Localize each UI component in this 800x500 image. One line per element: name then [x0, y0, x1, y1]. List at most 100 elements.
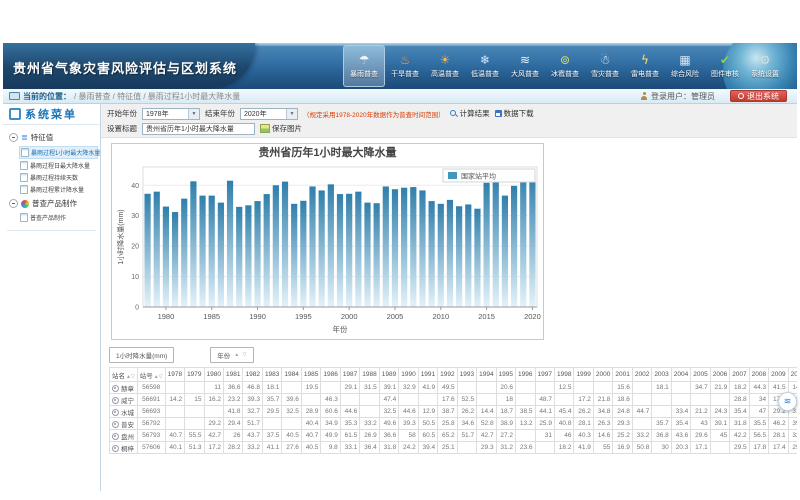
- value-cell-2004: [671, 382, 690, 394]
- sidebar-item[interactable]: 普查产品制作: [19, 212, 98, 223]
- sidebar-item[interactable]: 暴雨过程日最大降水量: [19, 160, 98, 171]
- sidebar-group-2[interactable]: 普查产品制作: [4, 196, 99, 211]
- top-menu-item-2[interactable]: ♨干旱普查: [385, 45, 425, 87]
- sort-arrows-icon: ▲ ▽: [234, 352, 247, 358]
- bar-1999: [336, 194, 342, 307]
- value-cell-2002: 44.7: [632, 406, 651, 418]
- value-cell-1988: 33.2: [360, 418, 379, 430]
- value-cell-2001: 16.9: [613, 442, 632, 454]
- value-cell-1991: 50.5: [418, 418, 437, 430]
- logout-button[interactable]: 退出系统: [730, 90, 787, 102]
- sidebar-item-label: 暴雨过程持续天数: [30, 173, 78, 182]
- value-cell-2008: 56.5: [749, 430, 768, 442]
- value-cell-1997: [535, 442, 554, 454]
- start-year-select[interactable]: 1978年: [142, 108, 200, 120]
- col-year-1992: 1992: [438, 368, 457, 382]
- wind-icon: ≋: [520, 53, 530, 68]
- chart-title-input[interactable]: [142, 123, 255, 135]
- col-station-name[interactable]: 站名▲▽: [110, 368, 138, 382]
- svg-text:1995: 1995: [295, 312, 312, 321]
- collapse-icon[interactable]: [9, 199, 18, 208]
- value-cell-1999: 40.3: [574, 430, 593, 442]
- value-cell-1981: 28.2: [224, 442, 243, 454]
- station-radio[interactable]: [112, 409, 119, 416]
- svg-text:2020: 2020: [524, 312, 541, 321]
- save-image-button[interactable]: 保存图片: [260, 123, 302, 134]
- station-name: 普安: [121, 422, 134, 429]
- station-radio[interactable]: [112, 433, 119, 440]
- value-cell-2007: 31.8: [730, 418, 749, 430]
- top-menu-item-11[interactable]: ⚙系统设置: [745, 45, 785, 87]
- top-menu-item-1[interactable]: ☂暴雨普查: [343, 45, 385, 87]
- bar-2009: [428, 201, 434, 307]
- measure-filter-box[interactable]: 1小时降水量(mm): [109, 347, 174, 363]
- station-radio[interactable]: [112, 445, 119, 452]
- top-menu-item-7[interactable]: ☃雪灾普查: [585, 45, 625, 87]
- floating-widget-icon[interactable]: ≋: [778, 392, 797, 411]
- sidebar-item[interactable]: 暴雨过程累计降水量: [19, 184, 98, 195]
- bar-1993: [281, 182, 287, 307]
- legend-label: 国家站平均: [461, 172, 496, 181]
- start-year-label: 开始年份: [107, 108, 137, 119]
- value-cell-1994: 52.8: [477, 418, 496, 430]
- value-cell-1983: 41.1: [262, 442, 281, 454]
- value-cell-1978: [165, 406, 184, 418]
- year-sort-label: 年份: [217, 350, 230, 360]
- value-cell-1987: 44.6: [340, 406, 359, 418]
- value-cell-1989: 47.4: [379, 394, 398, 406]
- top-menu-item-5[interactable]: ≋大风普查: [505, 45, 545, 87]
- app-title: 贵州省气象灾害风险评估与区划系统: [13, 58, 237, 77]
- value-cell-2002: [632, 394, 651, 406]
- station-name: 桐梓: [121, 446, 134, 453]
- top-menu-item-label: 低温普查: [471, 69, 499, 79]
- collapse-icon[interactable]: [9, 133, 18, 142]
- top-menu-item-10[interactable]: ✔图件审核: [705, 45, 745, 87]
- top-menu-item-8[interactable]: ϟ雷电普查: [625, 45, 665, 87]
- value-cell-1978: [165, 382, 184, 394]
- top-menu-item-4[interactable]: ❄低温普查: [465, 45, 505, 87]
- station-id-cell: 56693: [137, 406, 165, 418]
- value-cell-2005: 17.1: [691, 442, 710, 454]
- table-row-5: 盘州5679340.755.542.72643.737.540.540.749.…: [110, 430, 798, 442]
- top-menu-item-9[interactable]: ▦综合风险: [665, 45, 705, 87]
- top-menu-item-3[interactable]: ☀高温普查: [425, 45, 465, 87]
- value-cell-1990: [399, 394, 418, 406]
- station-radio[interactable]: [112, 421, 119, 428]
- value-cell-1996: [516, 430, 535, 442]
- col-station-id[interactable]: 站号▲▽: [137, 368, 165, 382]
- breadcrumb-bar: 当前的位置： / 暴雨普查 / 特征值 / 暴雨过程1小时最大降水量 登录用户：…: [3, 89, 797, 104]
- station-radio[interactable]: [112, 385, 119, 392]
- bar-2006: [401, 188, 407, 307]
- sidebar-item[interactable]: 暴雨过程1小时最大降水量: [19, 146, 98, 159]
- value-cell-1997: 25.9: [535, 418, 554, 430]
- sidebar-group-1[interactable]: ≣特征值: [4, 130, 99, 145]
- value-cell-1984: 32.5: [282, 406, 301, 418]
- menu-icon: [9, 108, 21, 120]
- data-download-button[interactable]: 数据下载: [495, 108, 534, 119]
- col-year-1993: 1993: [457, 368, 476, 382]
- high-temp-icon: ☀: [440, 53, 451, 68]
- sidebar-item-label: 暴雨过程累计降水量: [30, 185, 84, 194]
- value-cell-2003: [652, 394, 671, 406]
- col-year-1990: 1990: [399, 368, 418, 382]
- station-radio[interactable]: [112, 397, 119, 404]
- end-year-select[interactable]: 2020年: [240, 108, 298, 120]
- value-cell-2010: 29.8: [788, 442, 797, 454]
- bar-2008: [419, 190, 425, 307]
- station-id-cell: 56792: [137, 418, 165, 430]
- bar-2017: [501, 196, 507, 307]
- value-cell-2006: 45: [710, 430, 729, 442]
- value-cell-1991: 39.4: [418, 442, 437, 454]
- year-sort-box[interactable]: 年份 ▲ ▽: [210, 347, 254, 363]
- value-cell-1983: 18.1: [262, 382, 281, 394]
- top-menu-item-6[interactable]: ⊚冰雹普查: [545, 45, 585, 87]
- bar-2000: [346, 194, 352, 307]
- svg-text:10: 10: [131, 274, 139, 281]
- top-menu-item-label: 高温普查: [431, 69, 459, 79]
- sidebar-item[interactable]: 暴雨过程持续天数: [19, 172, 98, 183]
- svg-text:2005: 2005: [386, 312, 403, 321]
- value-cell-1995: 20.6: [496, 382, 515, 394]
- page-icon: [20, 161, 28, 170]
- value-cell-1981: 23.2: [224, 394, 243, 406]
- calc-result-button[interactable]: 计算结果: [450, 108, 490, 119]
